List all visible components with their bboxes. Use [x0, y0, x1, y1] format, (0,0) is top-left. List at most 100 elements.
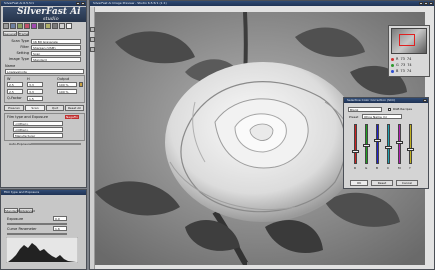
curve-parameter-field[interactable]: 1.6 — [53, 226, 67, 231]
negafix-badge[interactable]: NegaFix — [65, 115, 79, 119]
scc-slider-label-r: R — [354, 166, 357, 170]
scc-ok-button[interactable]: OK — [350, 180, 368, 186]
lock-icon[interactable] — [79, 82, 83, 87]
preview-minimize-button[interactable] — [419, 2, 423, 5]
scc-slider-track-m[interactable] — [398, 124, 401, 164]
name-field[interactable]: Lowlevelnote — [5, 69, 84, 74]
scc-slider-track-c[interactable] — [387, 124, 390, 164]
tab-standard[interactable]: Standard — [4, 208, 19, 213]
setting-label: Setting — [16, 51, 29, 55]
preview-maximize-button[interactable] — [424, 2, 428, 5]
film-type-section: Film type and Exposure NegaFix <Other> <… — [4, 113, 85, 141]
width-field[interactable]: 2.5 — [7, 82, 23, 87]
exposure-field[interactable]: 0.0 — [53, 216, 67, 221]
scc-color-label: Preset — [349, 115, 359, 119]
scc-slider-area: RGBCMY — [352, 124, 422, 174]
scc-slider-label-m: M — [398, 166, 401, 170]
grain-icon[interactable] — [52, 23, 58, 29]
rgb-recipes-label: RGB Recipes — [393, 107, 413, 111]
scc-dialog-title: Selective Color Correction (SCC) — [347, 98, 396, 102]
control-window-title: SilverFast Ai 6.5.5r1 — [4, 1, 35, 5]
setting-select[interactable]: Scan — [31, 50, 81, 56]
scc-slider-track-r[interactable] — [354, 124, 357, 164]
scc-slider-knob-b[interactable] — [374, 139, 381, 142]
scc-reset-button[interactable]: Reset — [371, 180, 393, 186]
minimize-button[interactable] — [76, 2, 80, 5]
preview-close-button[interactable] — [429, 2, 433, 5]
width-output-field[interactable]: 2.5 — [7, 89, 23, 94]
control-window-titlebar[interactable]: SilverFast Ai 6.5.5r1 — [1, 1, 86, 6]
filter-select[interactable]: Sharpen (USM) — [31, 44, 81, 50]
tab-frame[interactable]: Frame — [18, 31, 29, 36]
readout-b-label: B — [396, 69, 399, 73]
scc-buttons: OK Reset Cancel — [350, 180, 426, 186]
scan-button[interactable]: Scan — [25, 105, 45, 111]
logo-subtitle: studio — [43, 16, 59, 22]
readout-r-label: R — [396, 57, 399, 61]
width-label: W — [7, 77, 11, 81]
tab-general[interactable]: General — [3, 31, 17, 36]
toolbar — [3, 23, 86, 30]
scc-slider-track-y[interactable] — [409, 124, 412, 164]
image-type-select[interactable]: Standard — [31, 56, 81, 62]
readout-g-label: G — [396, 63, 399, 67]
color-correction-icon[interactable] — [24, 23, 30, 29]
scc-slider-label-y: Y — [409, 166, 411, 170]
readout-b: B 73 74 — [391, 68, 429, 74]
rgb-recipes-checkbox[interactable] — [388, 108, 391, 111]
image-type-row: Image Type Standard — [3, 56, 86, 62]
readout-g-v2: 74 — [407, 63, 412, 67]
scc-slider-knob-g[interactable] — [363, 144, 370, 147]
film-type-select[interactable]: <Other> — [13, 127, 63, 132]
navigator-panel: R 73 74 G 73 74 B 73 74 — [388, 25, 430, 77]
scc-slider-knob-y[interactable] — [407, 148, 414, 151]
q-factor-label: Q-Factor — [7, 96, 22, 100]
preview-window-title: SilverFast Ai Image Preview - Studio 6.5… — [93, 1, 167, 5]
tab-advanced[interactable]: Advanced — [19, 208, 35, 213]
output-field[interactable]: 100 % — [57, 82, 77, 87]
filter-label: Filter — [20, 45, 29, 49]
scc-dialog-titlebar[interactable]: Selective Color Correction (SCC) — [344, 98, 428, 103]
scc-slider-track-b[interactable] — [376, 124, 379, 164]
scc-preset-select[interactable]: Blank — [348, 107, 382, 112]
exposure-window: Film type and Exposure Standard Advanced… — [0, 189, 87, 270]
close-button[interactable] — [81, 2, 85, 5]
gradation-icon[interactable] — [17, 23, 23, 29]
auto-adjust-icon[interactable] — [3, 23, 9, 29]
exposure-track[interactable] — [7, 223, 67, 225]
readout-g-dot — [391, 63, 394, 67]
film-manufacturer-select[interactable]: <Other> — [13, 121, 63, 126]
scc-color-select[interactable]: Ohne Name (1) — [362, 114, 402, 119]
scc-slider-knob-m[interactable] — [396, 141, 403, 144]
height-field[interactable]: 3.3 — [27, 82, 43, 87]
prescan-button[interactable]: Prescan — [4, 105, 24, 111]
navigator-frame[interactable] — [399, 34, 415, 46]
selective-color-icon[interactable] — [31, 23, 37, 29]
help-icon[interactable] — [66, 23, 72, 29]
q-factor-field[interactable]: 1.5 — [27, 96, 43, 101]
unsharp-mask-icon[interactable] — [38, 23, 44, 29]
output-label: Output — [57, 77, 70, 81]
exposure-label: Exposure — [7, 217, 24, 221]
height-output-field[interactable]: 3.3 — [27, 89, 43, 94]
color-readouts: R 73 74 G 73 74 B 73 74 — [391, 56, 429, 74]
histogram-icon[interactable] — [10, 23, 16, 29]
scc-close-button[interactable] — [423, 99, 427, 102]
reset-all-button[interactable]: Reset All — [65, 105, 84, 111]
dust-icon[interactable] — [59, 23, 65, 29]
preview-window-titlebar[interactable]: SilverFast Ai Image Preview - Studio 6.5… — [90, 1, 434, 6]
exposure-window-titlebar[interactable]: Film type and Exposure — [1, 190, 86, 195]
curve-track[interactable] — [7, 233, 67, 235]
descreen-icon[interactable] — [45, 23, 51, 29]
scan-type-select[interactable]: 16 Bit Grayscale — [31, 38, 81, 44]
scc-cancel-button[interactable]: Cancel — [396, 180, 418, 186]
output-scale-field[interactable]: 100 % — [57, 89, 77, 94]
readout-b-dot — [391, 69, 394, 73]
scan-settings: Scan Type 16 Bit Grayscale Filter Sharpe… — [3, 38, 86, 62]
name-label: Name — [5, 64, 16, 68]
film-name-select[interactable]: Manufacturer — [13, 133, 63, 138]
scc-slider-knob-r[interactable] — [352, 150, 359, 153]
exposure-slider[interactable] — [31, 143, 81, 145]
quit-button[interactable]: Quit — [46, 105, 64, 111]
scc-slider-knob-c[interactable] — [385, 146, 392, 149]
